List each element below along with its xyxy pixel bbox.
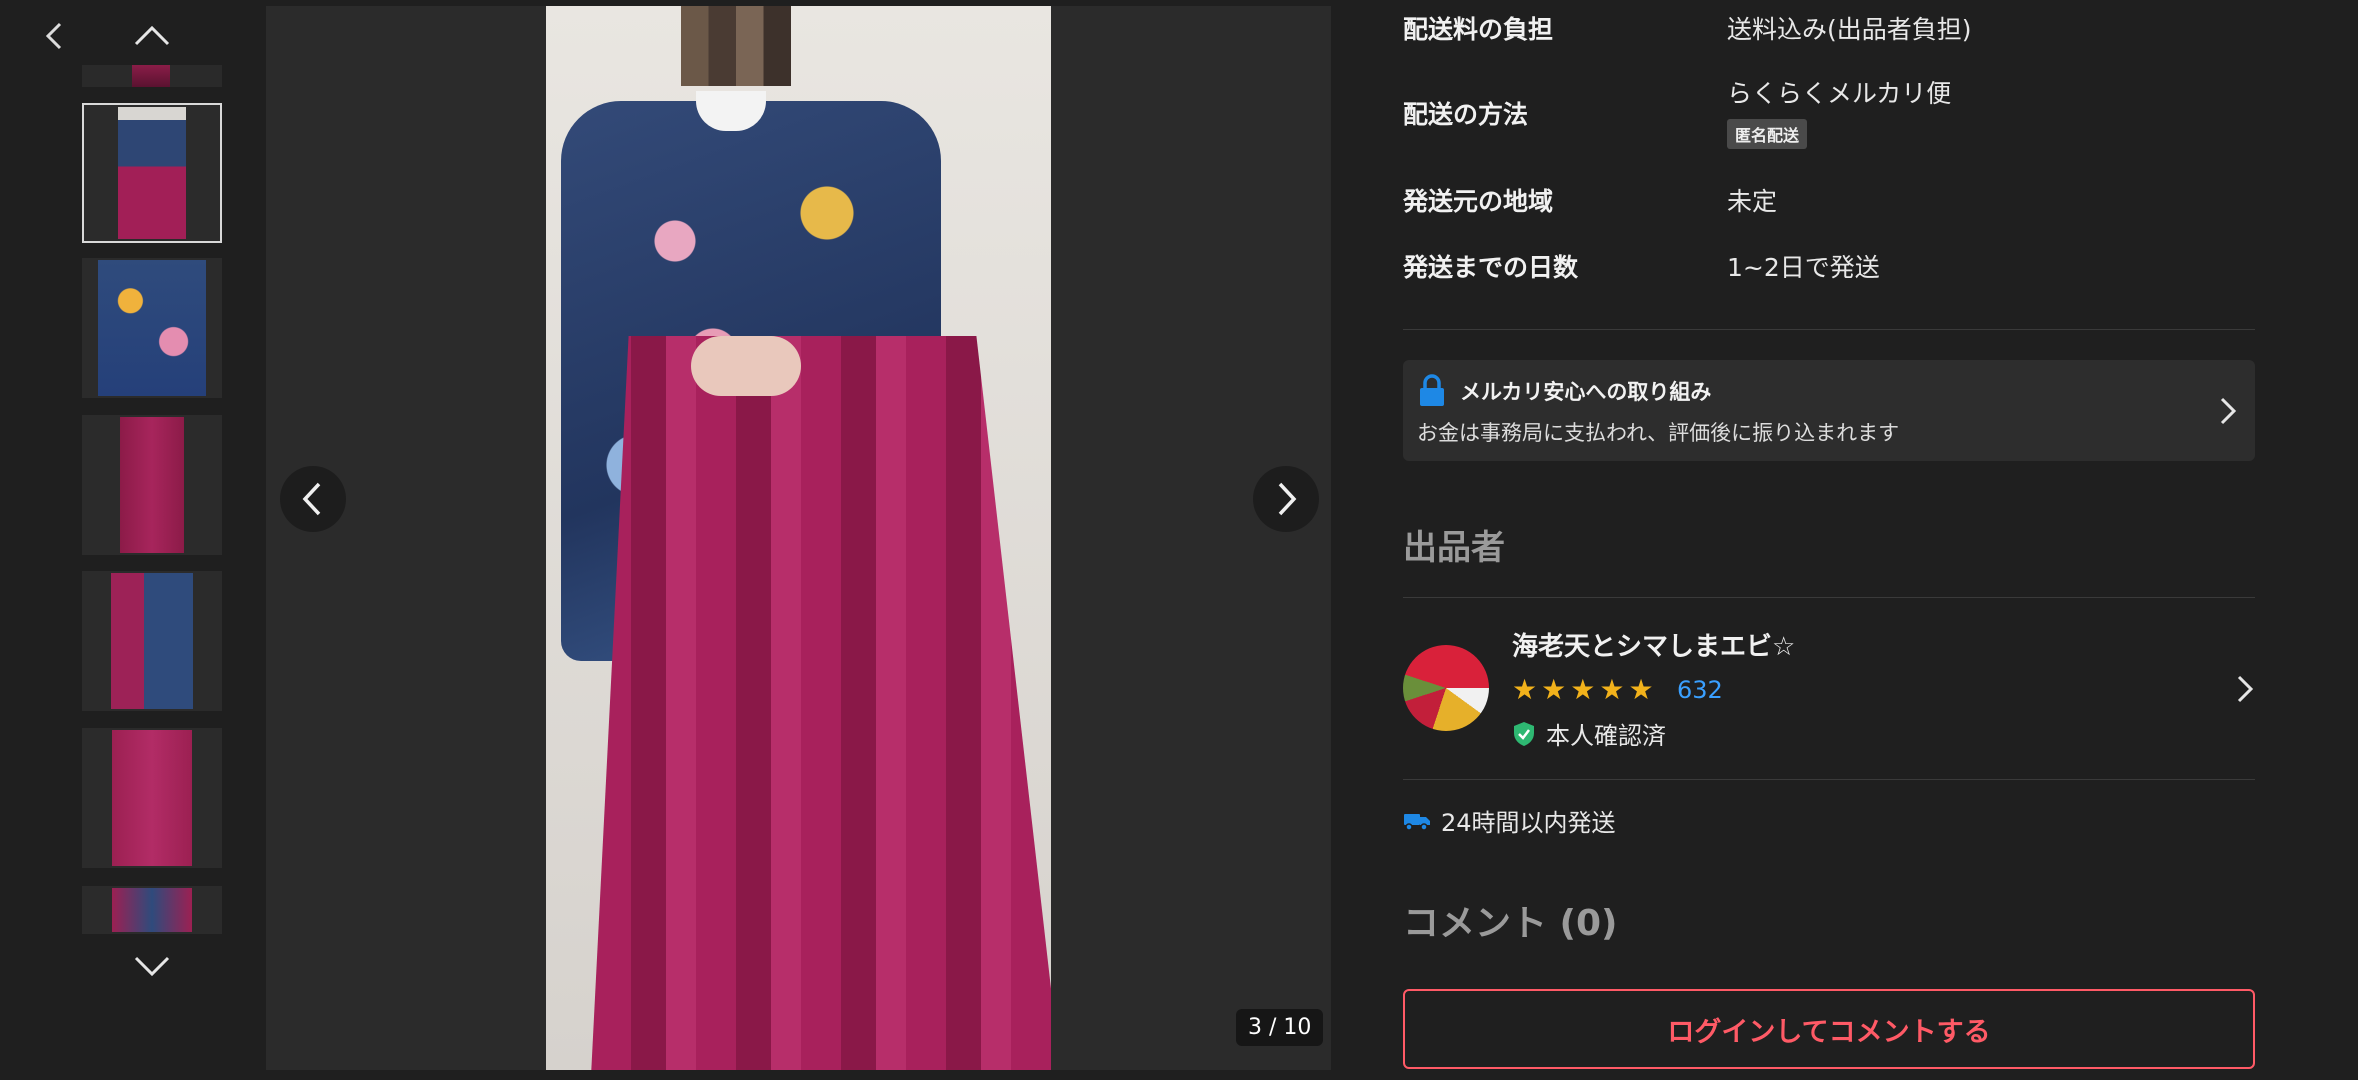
- thumbnail[interactable]: [82, 571, 222, 711]
- divider: [1403, 329, 2255, 330]
- safety-banner[interactable]: メルカリ安心への取り組み お金は事務局に支払われ、評価後に振り込まれます: [1403, 360, 2255, 461]
- thumbnail-partial[interactable]: [82, 886, 222, 934]
- chevron-right-icon: [2237, 675, 2254, 703]
- star-icon: ★: [1512, 673, 1538, 706]
- safety-title: メルカリ安心への取り組み: [1460, 380, 1712, 404]
- divider: [1403, 597, 2255, 598]
- safety-subtitle: お金は事務局に支払われ、評価後に振り込まれます: [1417, 421, 1900, 445]
- product-photo[interactable]: [546, 6, 1051, 1070]
- chevron-left-icon: [302, 482, 321, 516]
- shipping-fee-value: 送料込み(出品者負担): [1727, 15, 1972, 44]
- fast-shipping-label: 24時間以内発送: [1441, 809, 1616, 837]
- identity-verified: 本人確認済: [1512, 716, 1666, 751]
- thumbnail[interactable]: [82, 728, 222, 868]
- thumbnail-scroll-up-icon[interactable]: [130, 20, 174, 50]
- truck-icon: [1404, 813, 1430, 831]
- shipping-fee-label: 配送料の負担: [1403, 15, 1554, 44]
- login-to-comment-button[interactable]: ログインしてコメントする: [1403, 989, 2255, 1069]
- star-icon: ★: [1599, 673, 1625, 706]
- thumbnail-selected[interactable]: [82, 103, 222, 243]
- ship-from-value: 未定: [1727, 187, 1778, 216]
- verified-label: 本人確認済: [1546, 722, 1666, 750]
- divider: [1403, 779, 2255, 780]
- shipping-method-value: らくらくメルカリ便: [1727, 79, 1952, 108]
- comments-section-title: コメント (0): [1403, 903, 1618, 944]
- verified-shield-icon: [1514, 721, 1534, 746]
- rating-count[interactable]: 632: [1677, 676, 1723, 704]
- seller-section-title: 出品者: [1403, 528, 1505, 568]
- star-icon: ★: [1628, 673, 1654, 706]
- pixelated-face: [681, 6, 791, 86]
- days-to-ship-label: 発送までの日数: [1403, 253, 1579, 282]
- back-icon[interactable]: [40, 18, 70, 54]
- chevron-right-icon: [2220, 397, 2237, 425]
- thumbnail-scroll-down-icon[interactable]: [130, 950, 174, 980]
- days-to-ship-value: 1~2日で発送: [1727, 253, 1880, 282]
- fast-shipping-note: 24時間以内発送: [1403, 803, 1616, 838]
- star-icon: ★: [1541, 673, 1567, 706]
- seller-rating-stars: ★ ★ ★ ★ ★: [1512, 675, 1654, 705]
- lock-icon: [1420, 374, 1444, 406]
- thumbnail[interactable]: [82, 258, 222, 398]
- shipping-method-label: 配送の方法: [1403, 100, 1529, 129]
- image-counter: 3 / 10: [1236, 1009, 1324, 1046]
- seller-avatar[interactable]: [1403, 645, 1489, 731]
- next-image-button[interactable]: [1253, 466, 1319, 532]
- ship-from-label: 発送元の地域: [1403, 187, 1554, 216]
- thumbnail[interactable]: [82, 415, 222, 555]
- star-icon: ★: [1570, 673, 1596, 706]
- image-viewer: 3 / 10: [266, 6, 1331, 1070]
- anonymous-shipping-badge: 匿名配送: [1727, 119, 1808, 149]
- seller-name[interactable]: 海老天とシマしまエビ☆: [1512, 626, 1795, 663]
- chevron-right-icon: [1278, 482, 1297, 516]
- previous-image-button[interactable]: [280, 466, 346, 532]
- thumbnail-partial[interactable]: [82, 65, 222, 87]
